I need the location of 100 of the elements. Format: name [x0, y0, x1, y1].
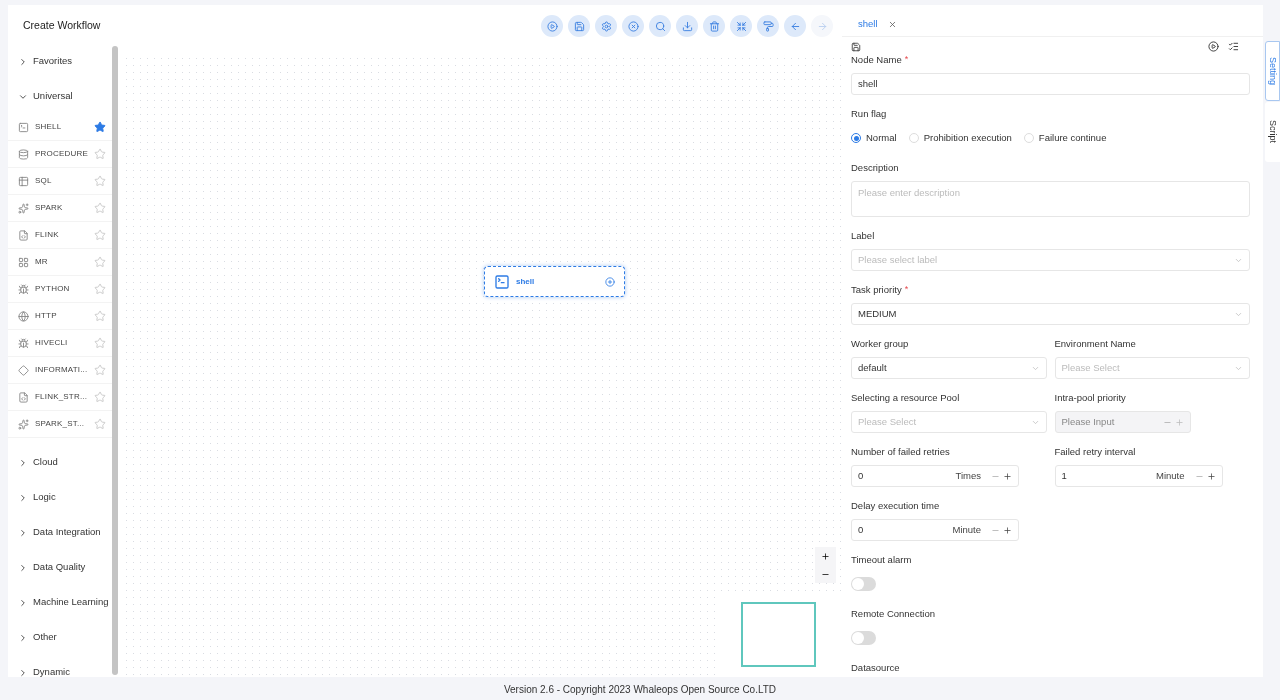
download-icon [681, 20, 693, 32]
star-icon[interactable] [94, 202, 106, 214]
unit-label: Minute [1156, 468, 1185, 483]
number-field[interactable]: 1 Minute [1054, 465, 1223, 487]
task-label: HIVECLI [35, 337, 69, 349]
close-circle-button[interactable] [622, 15, 644, 37]
number-field[interactable]: 0 Minute [851, 519, 1019, 541]
arrow-right-icon [816, 20, 828, 32]
category-header[interactable]: Machine Learning [8, 585, 112, 620]
side-tab[interactable]: Script [1265, 102, 1280, 162]
field-label: Number of failed retries [851, 444, 950, 459]
task-label: INFORMATI... [35, 364, 89, 376]
select-field[interactable]: default [851, 357, 1047, 379]
star-icon[interactable] [94, 418, 106, 430]
download-button[interactable] [676, 15, 698, 37]
task-node[interactable]: shell [484, 266, 625, 297]
radio-option[interactable]: Normal [851, 130, 897, 146]
field-label: Description [851, 160, 899, 175]
side-tab[interactable]: Setting [1265, 41, 1280, 101]
window-title: Create Workflow [23, 18, 101, 34]
plus-icon[interactable] [1003, 471, 1012, 481]
star-icon[interactable] [94, 310, 106, 322]
task-label: PROCEDURE [35, 148, 89, 160]
category-header[interactable]: Data Integration [8, 515, 112, 550]
star-icon[interactable] [94, 391, 106, 403]
settings-button[interactable] [595, 15, 617, 37]
node-tab[interactable]: shell [850, 12, 905, 37]
star-icon[interactable] [94, 121, 106, 133]
field-label: Node Name [851, 52, 902, 67]
chevron-right-icon [18, 597, 28, 608]
sparkle-icon [18, 418, 29, 430]
category-header[interactable]: Universal [8, 79, 112, 114]
grid-icon [18, 256, 29, 268]
field-label: Worker group [851, 336, 909, 351]
task-label: MR [35, 256, 49, 268]
field-label: Timeout alarm [851, 552, 912, 567]
category-header[interactable]: Favorites [8, 44, 112, 79]
paint-roller-button[interactable] [757, 15, 779, 37]
task-label: SPARK [35, 202, 64, 214]
task-label: FLINK [35, 229, 60, 241]
paint-roller-icon [762, 20, 774, 32]
star-icon[interactable] [94, 256, 106, 268]
task-label: PYTHON [35, 283, 71, 295]
plus-icon[interactable] [1206, 471, 1216, 481]
star-icon[interactable] [94, 364, 106, 376]
category-header[interactable]: Logic [8, 480, 112, 515]
unit-label: Times [955, 468, 981, 483]
plus-icon[interactable] [1003, 525, 1012, 535]
trash-icon [708, 20, 720, 32]
chevron-right-icon [18, 527, 28, 538]
category-header[interactable]: Dynamic [8, 655, 112, 677]
chevron-right-icon [18, 457, 28, 468]
shrink-button[interactable] [730, 15, 752, 37]
category-header[interactable]: Data Quality [8, 550, 112, 585]
plus-icon [821, 551, 830, 561]
field-label: Run flag [851, 106, 887, 121]
scrollbar[interactable] [112, 46, 118, 675]
field-label: Environment Name [1054, 336, 1136, 351]
terminal-icon [494, 273, 510, 290]
trash-button[interactable] [703, 15, 725, 37]
radio-option[interactable]: Failure continue [1023, 130, 1107, 146]
star-icon[interactable] [94, 148, 106, 160]
toggle-switch[interactable] [851, 631, 876, 645]
checklist-icon[interactable] [1228, 41, 1239, 52]
number-field[interactable]: 0 Times [851, 465, 1019, 487]
add-icon[interactable] [605, 276, 615, 287]
chevron-right-icon [18, 492, 28, 503]
input-field[interactable]: shell [851, 73, 1250, 95]
search-button[interactable] [649, 15, 671, 37]
globe-icon [18, 310, 29, 322]
category-header[interactable]: Cloud [8, 445, 112, 480]
sparkle-icon [18, 202, 29, 214]
field-label: Delay execution time [851, 498, 940, 513]
select-field[interactable]: MEDIUM [851, 303, 1250, 325]
star-icon[interactable] [94, 175, 106, 187]
toggle-switch[interactable] [851, 577, 876, 591]
category-header[interactable]: Other [8, 620, 112, 655]
star-icon[interactable] [94, 337, 106, 349]
save-button[interactable] [568, 15, 590, 37]
chevron-right-icon [18, 562, 28, 573]
run-button[interactable] [541, 15, 563, 37]
arrow-left-button[interactable] [784, 15, 806, 37]
field-label: Datasource [851, 660, 900, 675]
arrow-left-icon [789, 20, 801, 32]
footer-text: Version 2.6 - Copyright 2023 Whaleops Open Source Co.LTD [502, 683, 778, 697]
task-label: SHELL [35, 121, 63, 133]
star-icon[interactable] [94, 283, 106, 295]
task-label: FLINK_STR... [35, 391, 89, 403]
radio-option[interactable]: Prohibition execution [908, 130, 1012, 146]
save-icon[interactable] [851, 41, 861, 52]
field-label: Intra-pool priority [1054, 390, 1126, 405]
close-icon[interactable] [887, 20, 897, 29]
settings-icon [600, 20, 612, 32]
file-icon [18, 229, 29, 241]
chevron-right-icon [18, 667, 28, 677]
field-label: Remote Connection [851, 606, 935, 621]
search-icon [654, 20, 666, 32]
star-icon[interactable] [94, 229, 106, 241]
task-label: SQL [35, 175, 53, 187]
run-icon[interactable] [1208, 41, 1219, 52]
